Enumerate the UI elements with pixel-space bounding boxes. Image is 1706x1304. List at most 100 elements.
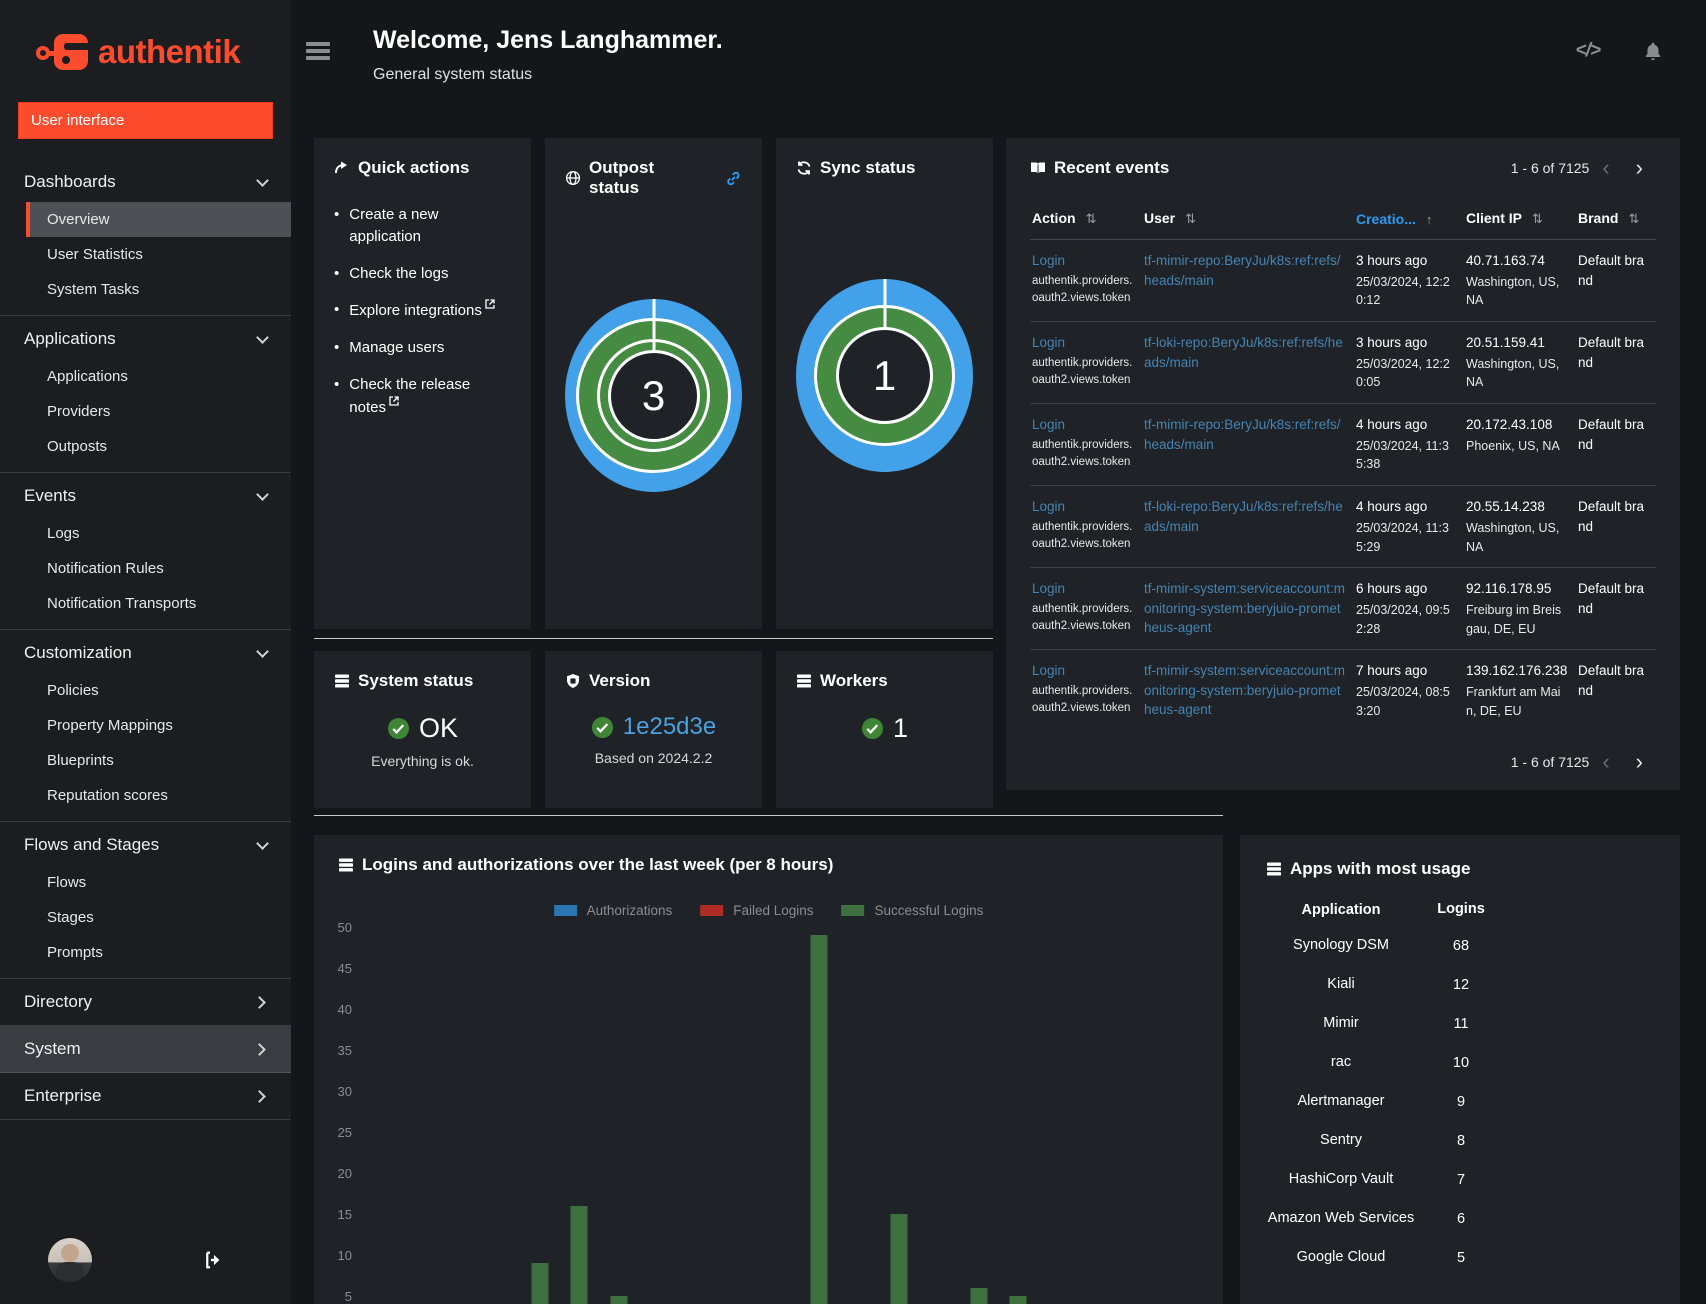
y-axis-tick-label: 35 [337,1043,352,1058]
event-geo: Washington, US, NA [1466,356,1560,390]
divider [314,815,1223,816]
app-usage-row: Mimir 11 [1266,1005,1654,1044]
column-header-brand[interactable]: Brand ⇅ [1576,202,1656,240]
external-link-icon [389,395,399,406]
card-title: System status [358,671,474,690]
sidebar-item[interactable]: Blueprints [26,743,291,778]
quick-action-link[interactable]: Check the logs [349,263,448,285]
event-action-raw: authentik.providers.oauth2.views.token [1032,438,1133,468]
chevron-right-icon [253,1042,266,1056]
event-user-link[interactable]: tf-mimir-repo:BeryJu/k8s:ref:refs/heads/… [1144,251,1346,290]
sidebar-section-header[interactable]: Events [0,473,291,516]
sidebar-item[interactable]: Flows [26,865,291,900]
bullet-icon: • [334,264,340,282]
sidebar-section-collapsed[interactable]: Directory [0,979,291,1026]
column-header-user[interactable]: User ⇅ [1142,202,1354,240]
sidebar-item[interactable]: Stages [26,900,291,935]
user-interface-button[interactable]: User interface [18,102,273,139]
chart-bar [810,935,828,1304]
authentik-key-icon [36,30,88,74]
sidebar-section-header[interactable]: Flows and Stages [0,822,291,865]
logout-icon[interactable] [199,1249,221,1271]
column-header-client-ip[interactable]: Client IP ⇅ [1464,202,1576,240]
sidebar-item[interactable]: Logs [26,516,291,551]
card-title: Sync status [820,158,916,177]
workers-card: Workers 1 [776,651,993,808]
pagination-prev-icon[interactable]: ‹ [1589,157,1622,179]
sidebar-item[interactable]: Overview [26,202,291,237]
link-icon[interactable] [725,170,742,187]
sidebar-item[interactable]: Reputation scores [26,778,291,813]
version-detail: Based on 2024.2.2 [594,750,713,766]
sidebar-item[interactable]: System Tasks [26,272,291,307]
sidebar-item[interactable]: Outposts [26,429,291,464]
pagination-label: 1 - 6 of 7125 [1510,160,1590,176]
pagination-next-icon[interactable]: › [1623,751,1656,773]
sidebar-section-collapsed[interactable]: Enterprise [0,1073,291,1120]
api-code-icon[interactable]: </> [1576,40,1602,62]
event-user-link[interactable]: tf-loki-repo:BeryJu/k8s:ref:refs/heads/m… [1144,333,1346,372]
outpost-status-card: Outpost status 3 [545,138,762,629]
quick-action-link[interactable]: Check the release notes [349,374,511,419]
page-title: Welcome, Jens Langhammer. [373,26,723,54]
chevron-down-icon [256,644,269,658]
quick-actions-card: Quick actions • Create a new application [314,138,531,629]
pagination-label: 1 - 6 of 7125 [1510,754,1590,770]
sidebar-section-header[interactable]: Applications [0,316,291,359]
check-circle-icon [591,716,613,738]
event-action-link[interactable]: Login [1032,333,1065,353]
notifications-bell-icon[interactable] [1642,40,1664,62]
sidebar-item[interactable]: Notification Rules [26,551,291,586]
sidebar-item[interactable]: Notification Transports [26,586,291,621]
sidebar-item[interactable]: Applications [26,359,291,394]
sidebar-section-applications: Applications Applications Providers Outpos… [0,316,291,473]
hamburger-menu-icon[interactable] [306,42,330,62]
event-action-link[interactable]: Login [1032,251,1065,271]
quick-action-link[interactable]: Manage users [349,337,444,359]
event-user-link[interactable]: tf-loki-repo:BeryJu/k8s:ref:refs/heads/m… [1144,497,1346,536]
event-time-relative: 7 hours ago [1356,663,1428,679]
sidebar-item[interactable]: Property Mappings [26,708,291,743]
event-brand: Default brand [1578,335,1645,370]
event-action-link[interactable]: Login [1032,415,1065,435]
event-action-link[interactable]: Login [1032,497,1065,517]
pagination-bottom: 1 - 6 of 7125 ‹ › [1510,751,1656,773]
sidebar-footer [0,1238,291,1304]
event-action-link[interactable]: Login [1032,661,1065,681]
server-icon [1267,862,1281,876]
sidebar-item[interactable]: User Statistics [26,237,291,272]
event-user-link[interactable]: tf-mimir-system:serviceaccount:monitorin… [1144,579,1346,638]
y-axis-tick-label: 30 [337,1084,352,1099]
pagination-next-icon[interactable]: › [1623,157,1656,179]
sidebar-item[interactable]: Prompts [26,935,291,970]
user-avatar[interactable] [48,1238,92,1282]
version-value[interactable]: 1e25d3e [623,713,716,741]
chart-bar [570,1205,588,1304]
bullet-icon: • [334,375,340,393]
event-user-link[interactable]: tf-mimir-repo:BeryJu/k8s:ref:refs/heads/… [1144,415,1346,454]
sidebar-section-header[interactable]: Customization [0,630,291,673]
pagination-prev-icon[interactable]: ‹ [1589,751,1622,773]
sidebar-section-events: Events Logs Notification Rules Notificatio… [0,473,291,630]
sort-icon: ⇅ [1085,211,1097,226]
event-action-raw: authentik.providers.oauth2.views.token [1032,520,1133,550]
sidebar-item[interactable]: Providers [26,394,291,429]
recent-events-card: Recent events 1 - 6 of 7125 ‹ › Action ⇅ … [1006,138,1680,790]
sidebar-items: Policies Property Mappings Blueprints Reput… [0,673,291,813]
sync-count: 1 [872,351,897,399]
sidebar-section-header[interactable]: Dashboards [0,159,291,202]
sidebar-item[interactable]: Policies [26,673,291,708]
quick-action-link[interactable]: Explore integrations [349,299,495,322]
app-name: Amazon Web Services [1267,1210,1415,1227]
sidebar-section-collapsed[interactable]: System [0,1026,291,1073]
sidebar-section-flows: Flows and Stages Flows Stages Prompts [0,822,291,979]
event-client-ip: 20.172.43.108 [1466,417,1553,433]
column-header-creation[interactable]: Creatio... ↑ [1354,202,1464,240]
sync-icon [797,161,811,175]
quick-action-link[interactable]: Create a new application [349,204,511,248]
event-user-link[interactable]: tf-mimir-system:serviceaccount:monitorin… [1144,661,1346,720]
event-action-link[interactable]: Login [1032,579,1065,599]
column-header-action[interactable]: Action ⇅ [1030,202,1142,240]
app-usage-row: Alertmanager 9 [1266,1083,1654,1122]
sort-icon: ⇅ [1185,211,1197,226]
